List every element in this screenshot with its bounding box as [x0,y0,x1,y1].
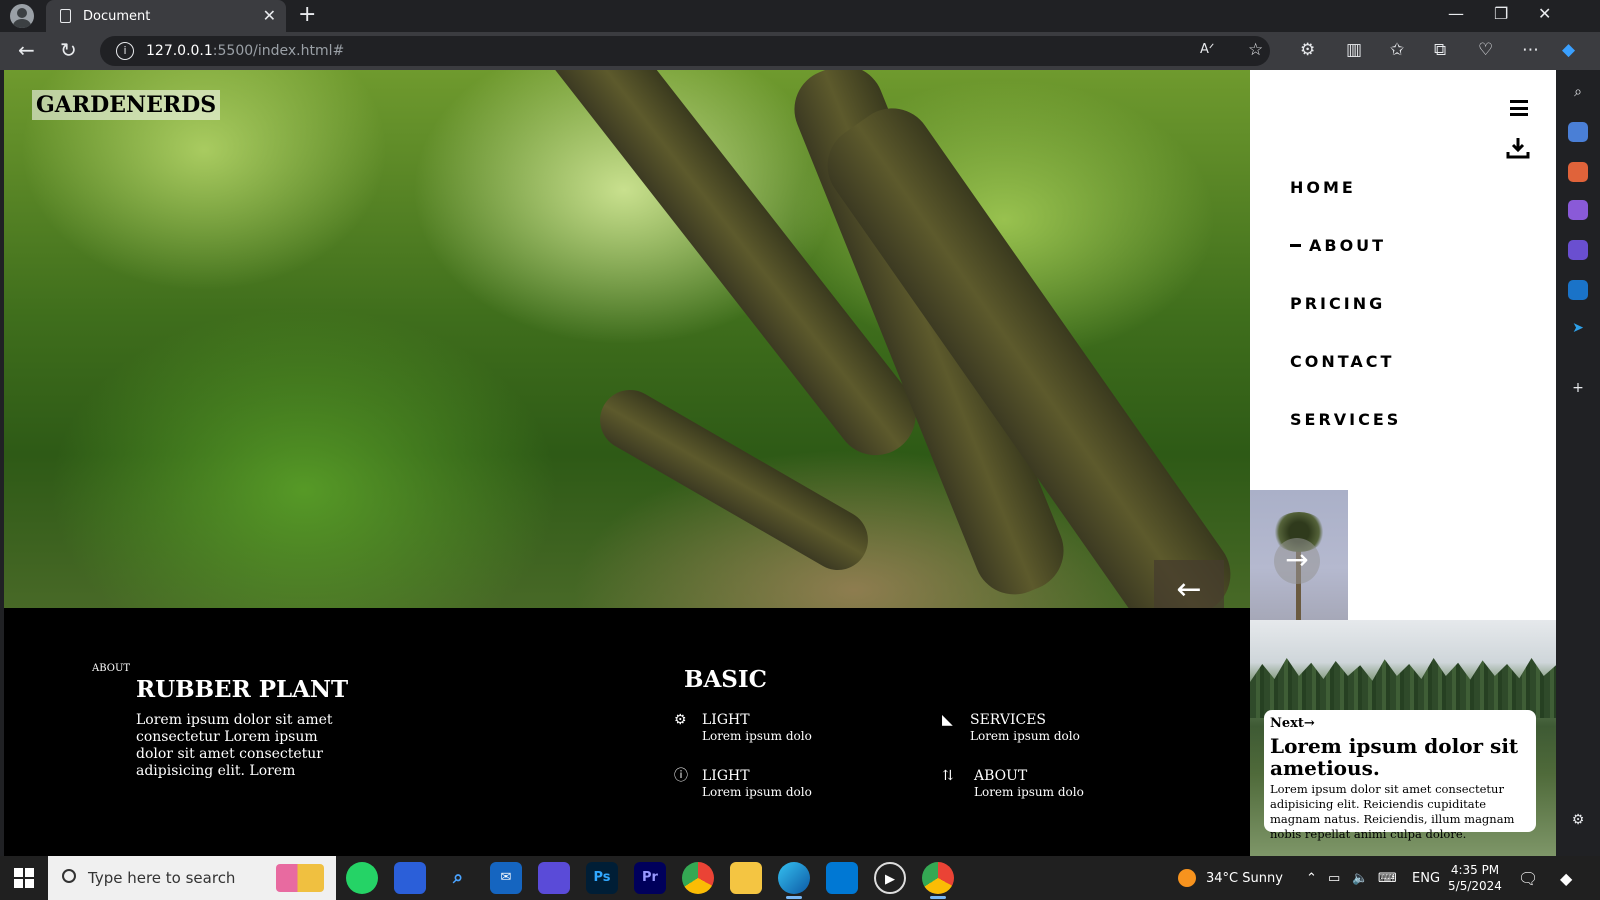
next-slide-arrow[interactable]: → [1274,538,1320,584]
split-screen-icon[interactable]: ▥ [1346,40,1362,60]
sidebar-shopping-icon[interactable] [1568,122,1588,142]
browser-tab[interactable]: Document ✕ [46,0,286,32]
gear-icon: ⚙ [674,712,687,728]
about-title: RUBBER PLANT [136,676,349,703]
help-icon: ⓘ [674,768,688,784]
favorites-icon[interactable]: ✩ [1390,40,1404,60]
browser-toolbar: ← ↻ i 127.0.0.1:5500/index.html# Aᐟ ☆ ⚙ … [0,32,1600,70]
tab-title: Document [83,8,151,24]
read-aloud-icon[interactable]: Aᐟ [1200,42,1214,57]
document-icon [60,9,71,23]
weather-text[interactable]: 34°C Sunny [1206,856,1283,900]
extensions-icon[interactable]: ⚙ [1300,40,1315,60]
copilot-icon[interactable]: ◆ [1562,40,1575,60]
next-card-text: Lorem ipsum dolor sit amet consectetur a… [1270,782,1515,841]
sidebar-games-icon[interactable] [1568,200,1588,220]
close-window-button[interactable]: ✕ [1538,4,1551,23]
main-nav: HOME ABOUT PRICING CONTACT SERVICES [1290,178,1401,468]
search-placeholder: Type here to search [88,869,236,887]
more-menu-icon[interactable]: ⋯ [1522,40,1539,60]
site-logo[interactable]: GARDENERDS [32,90,221,120]
next-card-title: Lorem ipsum dolor sit ametious. [1270,734,1519,780]
search-highlight-image [276,864,324,892]
vscode-icon[interactable] [826,862,858,894]
chrome-icon[interactable] [682,862,714,894]
network-icon[interactable]: ▭ [1328,856,1340,900]
copilot-app-icon[interactable] [538,862,570,894]
next-card[interactable]: Next→ Lorem ipsum dolor sit ametious. Lo… [1264,710,1536,841]
menu-panel: HOME ABOUT PRICING CONTACT SERVICES [1250,70,1556,490]
sidebar-search-icon[interactable]: ⌕ [1568,82,1588,102]
edge-icon[interactable] [778,862,810,899]
back-button[interactable]: ← [18,38,35,62]
clock[interactable]: 4:35 PM 5/5/2024 [1445,862,1505,894]
close-tab-icon[interactable]: ✕ [263,6,276,25]
restore-button[interactable]: ❐ [1494,4,1508,23]
active-indicator [1290,244,1301,247]
hamburger-menu-icon[interactable] [1510,100,1528,116]
nav-item-home[interactable]: HOME [1290,178,1401,236]
address-bar[interactable]: i 127.0.0.1:5500/index.html# [100,36,1270,66]
favorite-star-icon[interactable]: ☆ [1248,40,1263,60]
sidebar-outlook-icon[interactable] [1568,280,1588,300]
taskbar-search[interactable]: Type here to search [48,856,336,900]
edge-sidebar: ⌕ ➤ + ⚙ [1556,70,1600,856]
windows-taskbar: Type here to search ⌕ ✉ Ps Pr ▶ 34°C Sun… [0,856,1600,900]
nav-item-pricing[interactable]: PRICING [1290,294,1401,352]
file-explorer-icon[interactable] [730,862,762,894]
search-app-icon[interactable]: ⌕ [442,862,474,894]
refresh-button[interactable]: ↻ [60,38,77,62]
profile-avatar[interactable] [10,4,34,28]
nav-item-about[interactable]: ABOUT [1290,236,1401,294]
start-button[interactable] [14,868,34,888]
hero-forest-image: GARDENERDS ← [4,70,1250,620]
language-indicator[interactable]: ENG [1412,856,1440,900]
media-player-icon[interactable]: ▶ [874,862,906,894]
mail-icon[interactable]: ✉ [490,862,522,894]
performance-icon[interactable]: ♡ [1478,40,1493,60]
next-card-area: Next→ Lorem ipsum dolor sit ametious. Lo… [1250,620,1556,856]
url-host: 127.0.0.1 [146,43,213,59]
sidebar-copilot-icon[interactable] [1568,240,1588,260]
clock-time: 4:35 PM [1450,863,1500,877]
tray-chevron-icon[interactable]: ⌃ [1306,856,1317,900]
collections-icon[interactable]: ⧉ [1434,40,1446,60]
chrome-profile-icon[interactable] [922,862,954,899]
sidebar-send-icon[interactable]: ➤ [1568,318,1588,338]
sidebar-add-icon[interactable]: + [1568,378,1588,398]
nav-item-services[interactable]: SERVICES [1290,410,1401,468]
store-icon[interactable] [394,862,426,894]
premiere-icon[interactable]: Pr [634,862,666,894]
weather-sun-icon[interactable] [1178,869,1196,887]
about-text: Lorem ipsum dolor sit amet consectetur L… [136,712,333,779]
whatsapp-icon[interactable] [346,862,378,894]
merge-icon: ⇅ [942,768,954,784]
nav-item-contact[interactable]: CONTACT [1290,352,1401,410]
photoshop-icon[interactable]: Ps [586,862,618,894]
url-path: :5500/index.html# [212,43,345,59]
keyboard-icon[interactable]: ⌨ [1378,856,1397,900]
volume-icon[interactable]: 🔈 [1352,856,1368,900]
browser-tab-bar: Document ✕ + — ❐ ✕ [0,0,1600,32]
sidebar-tools-icon[interactable] [1568,162,1588,182]
search-icon [62,869,76,883]
next-card-label[interactable]: Next→ [1270,716,1530,731]
minimize-button[interactable]: — [1448,4,1464,23]
page-viewport: GARDENERDS ← HOME ABOUT PRICING CONTACT … [4,70,1556,856]
copilot-tray-icon[interactable]: ◆ [1560,856,1572,900]
info-section: ABOUT RUBBER PLANT Lorem ipsum dolor sit… [4,608,1250,856]
download-icon[interactable] [1506,136,1530,160]
send-icon: ◣ [942,712,953,728]
basic-title: BASIC [684,666,767,693]
about-tag: ABOUT [92,663,131,674]
clock-date: 5/5/2024 [1448,879,1502,893]
notifications-icon[interactable]: 🗨 [1518,856,1538,900]
site-info-icon[interactable]: i [116,42,134,60]
sidebar-settings-icon[interactable]: ⚙ [1568,810,1588,830]
new-tab-button[interactable]: + [298,2,316,27]
